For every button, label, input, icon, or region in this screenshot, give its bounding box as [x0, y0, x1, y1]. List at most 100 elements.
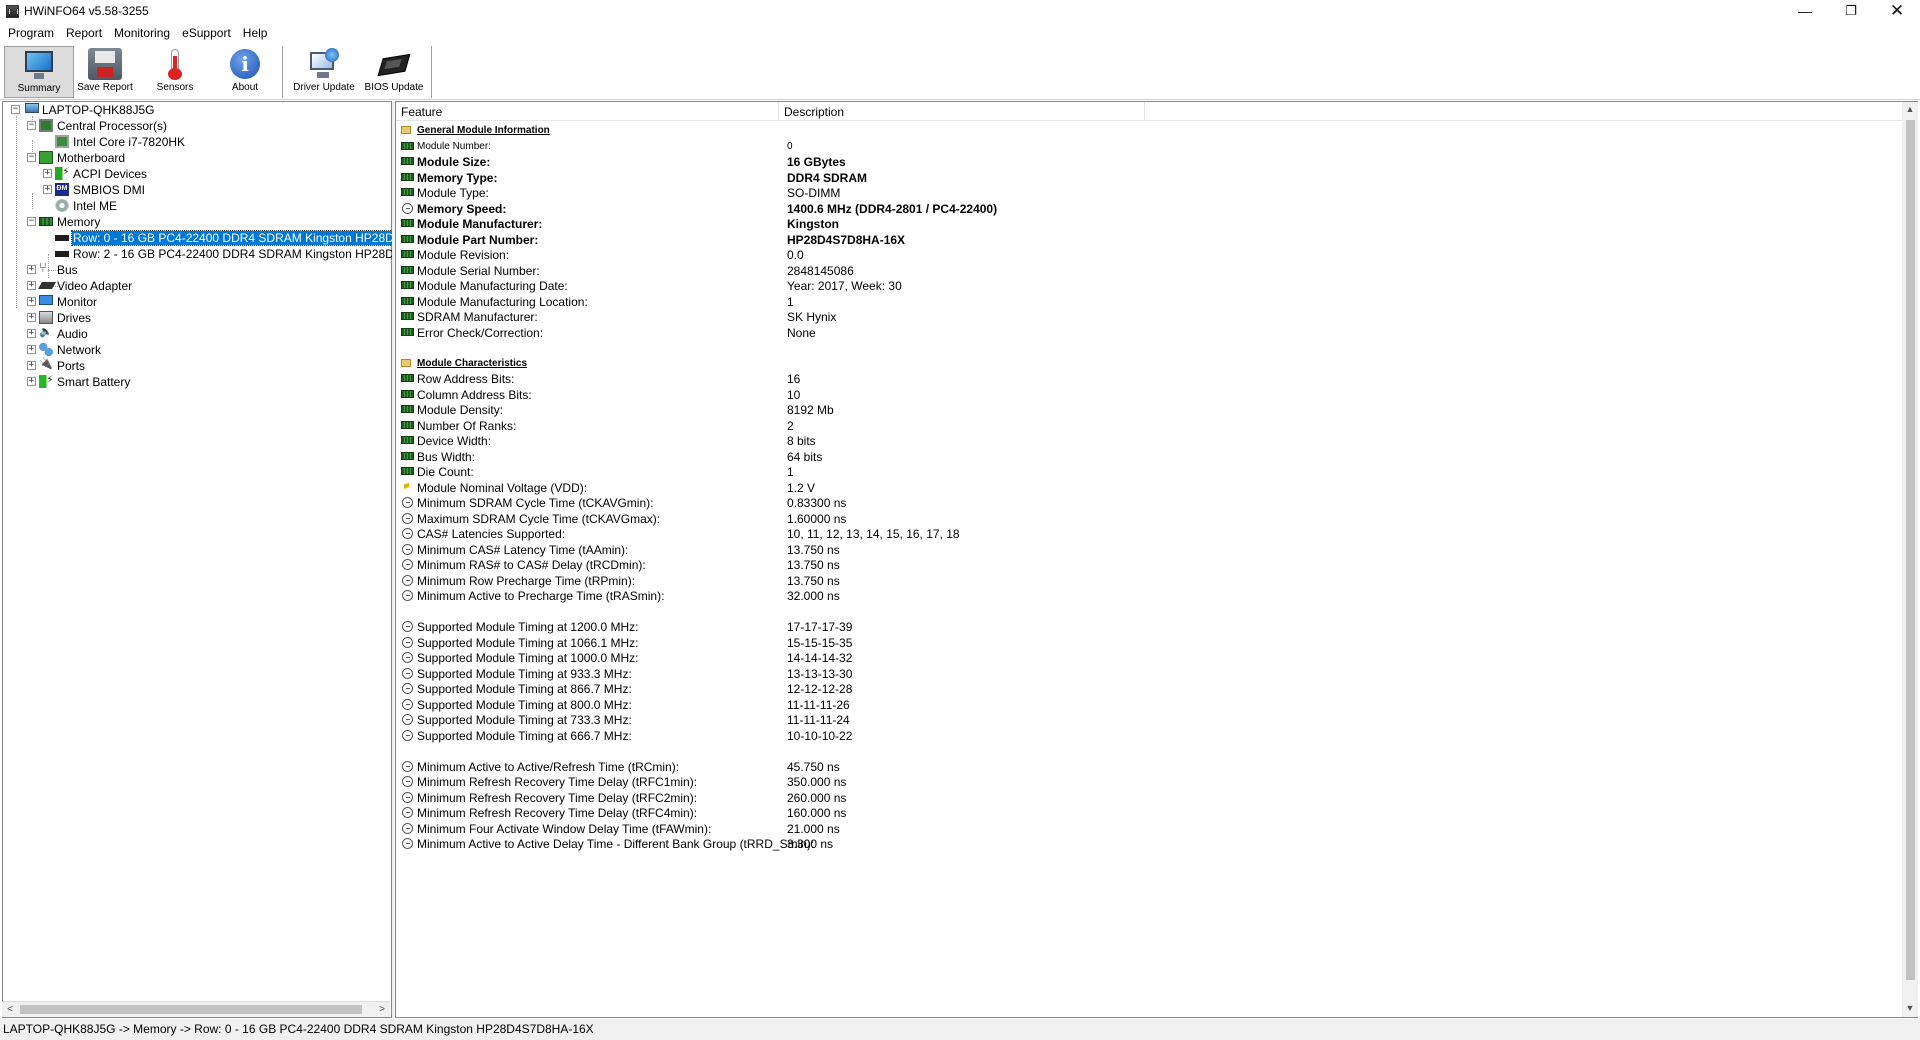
details-list[interactable]: Feature Description General Module Infor…: [395, 101, 1918, 1018]
detail-row[interactable]: Minimum Active to Active Delay Time - Di…: [399, 834, 1799, 853]
expand-toggle[interactable]: +: [27, 297, 36, 306]
driver-update-button[interactable]: Driver Update: [289, 46, 359, 98]
clock-icon: [402, 776, 413, 787]
clock-icon: [402, 528, 413, 539]
clock-icon: [402, 760, 413, 772]
feature-value: 3.300 ns: [787, 837, 834, 851]
clock-icon: [402, 838, 413, 849]
bios-chip-icon: [377, 48, 411, 80]
menu-report[interactable]: Report: [60, 24, 108, 44]
menu-monitoring[interactable]: Monitoring: [108, 24, 176, 44]
monitor-icon: [39, 295, 53, 305]
sensors-button[interactable]: Sensors: [140, 46, 210, 98]
summary-button[interactable]: Summary: [4, 46, 74, 98]
menu-program[interactable]: Program: [2, 24, 60, 44]
feature-value: 0: [787, 140, 793, 152]
detail-row[interactable]: Minimum Active to Precharge Time (tRASmi…: [399, 586, 1799, 605]
expand-toggle[interactable]: +: [27, 265, 36, 274]
column-description[interactable]: Description: [784, 105, 844, 119]
tree-item-label: Intel Core i7-7820HK: [73, 135, 186, 149]
clock-icon: [402, 683, 413, 694]
collapse-toggle[interactable]: −: [27, 153, 36, 162]
summary-label: Summary: [17, 83, 61, 94]
title-bar: HWiNFO64 v5.58-3255 — ❐ ✕: [0, 0, 1920, 24]
expand-toggle[interactable]: +: [43, 185, 52, 194]
feature-label: Module Characteristics: [417, 357, 528, 369]
detail-row[interactable]: Supported Module Timing at 666.7 MHz: 10-…: [399, 726, 1799, 745]
video-adapter-icon: [37, 282, 57, 289]
monitor-icon: [22, 49, 56, 81]
feature-label: Supported Module Timing at 666.7 MHz:: [417, 728, 632, 743]
clock-icon: [402, 667, 413, 679]
scroll-thumb[interactable]: [20, 1005, 362, 1014]
feature-value: None: [787, 325, 816, 340]
folder-icon: [401, 358, 411, 367]
driver-update-icon: [307, 48, 341, 80]
tree-item-label: ACPI Devices: [73, 167, 148, 181]
tree-item-label: Bus: [57, 263, 78, 277]
collapse-toggle[interactable]: −: [27, 121, 36, 130]
tree-item-label: Drives: [57, 311, 92, 325]
expand-toggle[interactable]: +: [27, 329, 36, 338]
memory-chip-icon: [401, 451, 414, 460]
device-tree[interactable]: − LAPTOP-QHK88J5G − Central Processor(s)…: [2, 101, 475, 1018]
scroll-right-arrow[interactable]: >: [374, 1002, 390, 1018]
minimize-button[interactable]: —: [1782, 0, 1828, 24]
details-vertical-scrollbar[interactable]: ▲ ▼: [1902, 102, 1918, 1017]
collapse-toggle[interactable]: −: [27, 217, 36, 226]
collapse-toggle[interactable]: −: [11, 105, 20, 114]
expand-toggle[interactable]: +: [27, 313, 36, 322]
memory-chip-icon: [401, 265, 414, 274]
laptop-icon: [25, 103, 39, 113]
restore-button[interactable]: ❐: [1828, 0, 1874, 24]
tree-item-label: SMBIOS DMI: [73, 183, 146, 197]
memory-chip-icon: [401, 374, 414, 382]
expand-toggle[interactable]: +: [27, 377, 36, 386]
clock-icon: [402, 543, 413, 555]
memory-chip-icon: [401, 188, 414, 196]
clock-icon: [402, 807, 413, 818]
clock-icon: [402, 636, 413, 648]
memory-chip-icon: [401, 327, 414, 336]
memory-chip-icon: [401, 420, 414, 429]
sensors-label: Sensors: [156, 82, 194, 93]
feature-value: 32.000 ns: [787, 589, 840, 603]
clock-icon: [402, 574, 413, 586]
toolbar-separator: [431, 46, 432, 98]
menu-help[interactable]: Help: [237, 24, 274, 44]
toolbar: Summary Save Report Sensors i About Driv…: [0, 44, 1920, 100]
tree-horizontal-scrollbar[interactable]: < >: [2, 1001, 390, 1017]
expand-toggle[interactable]: +: [27, 361, 36, 370]
clock-icon: [402, 822, 413, 834]
column-header: Feature Description: [396, 102, 1917, 121]
network-icon: [39, 343, 53, 356]
expand-toggle[interactable]: +: [27, 281, 36, 290]
memory-chip-icon: [401, 219, 414, 227]
scroll-left-arrow[interactable]: <: [2, 1002, 18, 1018]
scroll-thumb[interactable]: [1906, 120, 1915, 980]
scroll-up-arrow[interactable]: ▲: [1902, 102, 1918, 118]
memory-chip-icon: [401, 467, 414, 475]
status-bar: LAPTOP-QHK88J5G -> Memory -> Row: 0 - 16…: [0, 1019, 1920, 1040]
column-feature[interactable]: Feature: [401, 105, 442, 119]
bios-update-button[interactable]: BIOS Update: [359, 46, 429, 98]
memory-chip-icon: [401, 405, 414, 413]
bus-icon: [39, 260, 53, 276]
memory-chip-icon: [401, 141, 414, 150]
menu-bar: Program Report Monitoring eSupport Help: [0, 24, 1920, 44]
expand-toggle[interactable]: +: [27, 345, 36, 354]
expand-toggle[interactable]: +: [43, 169, 52, 178]
feature-label: Minimum Active to Active Delay Time - Di…: [417, 837, 815, 851]
detail-row[interactable]: Error Check/Correction: None: [399, 323, 1799, 342]
tree-item-label: Motherboard: [57, 151, 126, 165]
feature-label: Error Check/Correction:: [417, 325, 544, 340]
close-button[interactable]: ✕: [1874, 0, 1920, 24]
scroll-down-arrow[interactable]: ▼: [1902, 1001, 1918, 1017]
acpi-icon: [55, 165, 70, 180]
save-report-button[interactable]: Save Report: [70, 46, 140, 98]
about-button[interactable]: i About: [210, 46, 280, 98]
memory-chip-icon: [401, 312, 414, 320]
hwinfo-app-icon: [6, 5, 19, 18]
status-path: LAPTOP-QHK88J5G -> Memory -> Row: 0 - 16…: [3, 1022, 594, 1036]
menu-esupport[interactable]: eSupport: [176, 24, 237, 44]
